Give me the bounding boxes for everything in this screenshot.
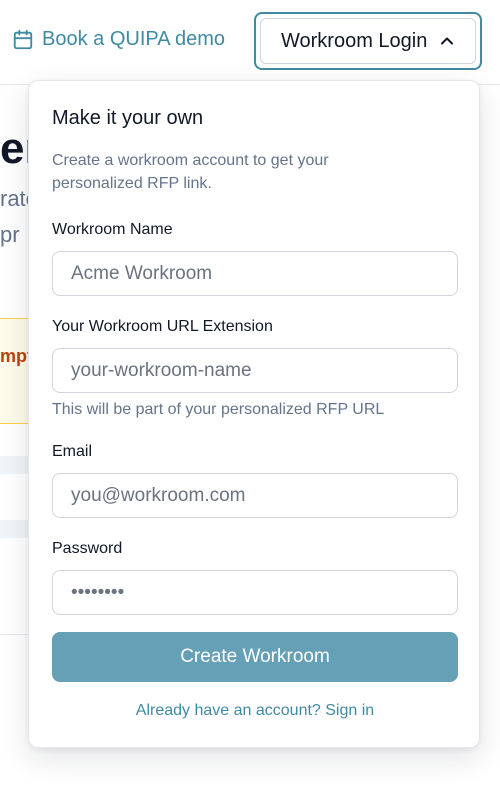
workroom-name-label: Workroom Name	[52, 221, 173, 238]
url-extension-help: This will be part of your personalized R…	[52, 401, 385, 418]
url-extension-input[interactable]	[52, 348, 458, 393]
form-title: Make it your own	[52, 107, 204, 129]
top-navigation-bar: Book a QUIPA demo Workroom Login	[0, 0, 500, 85]
password-label: Password	[52, 540, 123, 557]
chevron-up-icon	[441, 37, 453, 45]
book-demo-link[interactable]: Book a QUIPA demo	[12, 28, 225, 51]
workroom-signup-dropdown: Make it your own Create a workroom accou…	[28, 80, 480, 748]
email-input[interactable]	[52, 473, 458, 518]
workroom-login-button[interactable]: Workroom Login	[254, 12, 482, 70]
background-text-fragment: rate	[0, 186, 30, 211]
workroom-login-button-inner[interactable]: Workroom Login	[260, 18, 476, 64]
create-workroom-button[interactable]: Create Workroom	[52, 632, 458, 682]
form-subtitle: Create a workroom account to get your pe…	[52, 152, 329, 192]
background-banner-fragment: mpt	[0, 346, 30, 366]
background-heading-fragment: er!	[0, 124, 30, 173]
password-input[interactable]	[52, 570, 458, 615]
calendar-icon	[13, 29, 33, 49]
url-extension-label: Your Workroom URL Extension	[52, 318, 273, 335]
workroom-name-input[interactable]	[52, 251, 458, 296]
book-demo-label: Book a QUIPA demo	[42, 28, 226, 50]
background-text-fragment: pr	[0, 222, 20, 247]
workroom-login-label: Workroom Login	[281, 29, 428, 52]
email-label: Email	[52, 443, 93, 460]
sign-in-link[interactable]: Already have an account? Sign in	[29, 702, 481, 720]
